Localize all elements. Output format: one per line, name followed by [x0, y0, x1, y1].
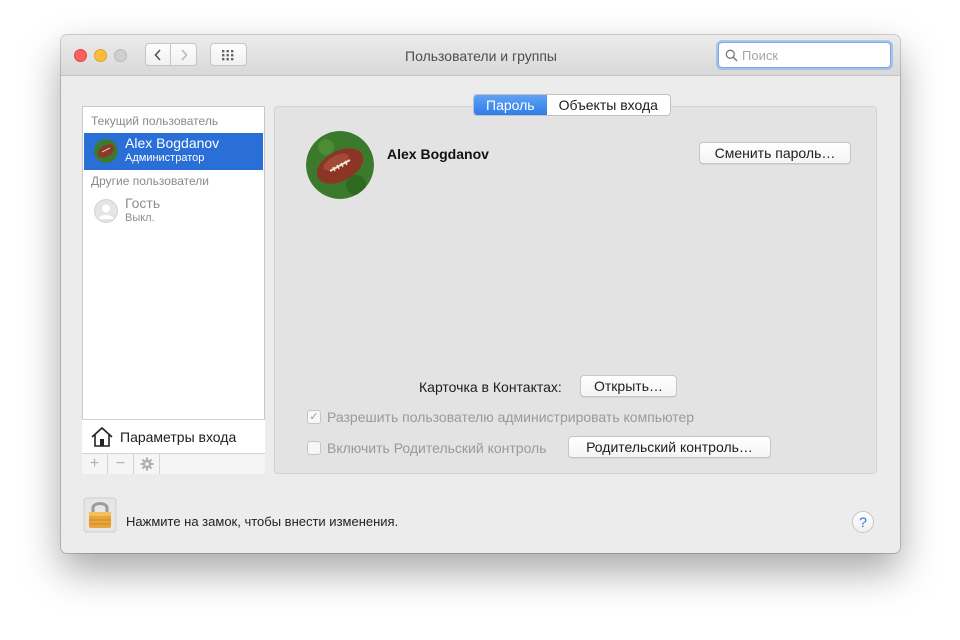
- search-input[interactable]: [742, 47, 882, 63]
- allow-admin-row[interactable]: ✓ Разрешить пользователю администрироват…: [307, 409, 694, 425]
- user-row-guest[interactable]: Гость Выкл.: [84, 193, 263, 230]
- minimize-button[interactable]: [94, 49, 107, 62]
- house-icon: [91, 426, 113, 447]
- guest-user-name: Гость: [125, 195, 161, 211]
- search-icon: [725, 49, 738, 61]
- parental-controls-checkbox[interactable]: [307, 441, 321, 455]
- zoom-button[interactable]: [114, 49, 127, 62]
- footer-bar: Нажмите на замок, чтобы внести изменения…: [61, 485, 900, 553]
- gear-icon: [140, 457, 153, 471]
- allow-admin-label: Разрешить пользователю администрировать …: [327, 409, 695, 425]
- close-button[interactable]: [74, 49, 87, 62]
- title-bar: Пользователи и группы: [61, 35, 900, 76]
- login-options-item[interactable]: Параметры входа: [82, 419, 265, 453]
- grid-icon: [221, 49, 233, 60]
- window-title: Пользователи и группы: [405, 48, 557, 64]
- contacts-card-label: Карточка в Контактах:: [419, 379, 562, 395]
- guest-user-status: Выкл.: [125, 212, 155, 224]
- allow-admin-checkbox[interactable]: ✓: [307, 410, 321, 424]
- user-picture[interactable]: [306, 131, 374, 199]
- current-user-role: Администратор: [125, 152, 205, 164]
- tab-password[interactable]: Пароль: [474, 95, 547, 115]
- login-options-label: Параметры входа: [120, 428, 237, 445]
- back-button[interactable]: [145, 43, 171, 66]
- other-users-section-header: Другие пользователи: [91, 174, 209, 188]
- users-groups-window: Пользователи и группы Текущий пользовате…: [61, 35, 900, 553]
- change-password-button[interactable]: Сменить пароль…: [699, 142, 851, 164]
- action-menu-button[interactable]: [134, 454, 160, 474]
- parental-controls-label: Включить Родительский контроль: [327, 440, 547, 456]
- show-all-button[interactable]: [210, 43, 247, 66]
- search-field[interactable]: [718, 42, 891, 68]
- lock-icon[interactable]: [83, 497, 117, 533]
- current-user-section-header: Текущий пользователь: [91, 114, 219, 128]
- football-avatar-icon: [306, 131, 374, 199]
- guest-avatar-icon: [94, 199, 118, 223]
- user-row-alex-bogdanov[interactable]: Alex Bogdanov Администратор: [84, 133, 263, 170]
- chevron-right-icon: [180, 48, 188, 61]
- football-avatar-icon: [94, 139, 118, 163]
- parental-controls-button[interactable]: Родительский контроль…: [568, 436, 771, 458]
- current-user-name: Alex Bogdanov: [125, 135, 220, 151]
- forward-button[interactable]: [171, 43, 197, 66]
- help-button[interactable]: ?: [852, 511, 874, 533]
- user-full-name: Alex Bogdanov: [387, 146, 489, 162]
- tab-login-items[interactable]: Объекты входа: [547, 95, 670, 115]
- lock-hint-text: Нажмите на замок, чтобы внести изменения…: [126, 514, 399, 529]
- remove-user-button[interactable]: −: [108, 454, 134, 474]
- add-user-button[interactable]: +: [82, 454, 108, 474]
- sidebar-toolbar: + −: [82, 453, 265, 474]
- tab-bar: Пароль Объекты входа: [473, 94, 671, 116]
- parental-controls-row[interactable]: Включить Родительский контроль: [307, 440, 547, 456]
- chevron-left-icon: [154, 48, 161, 61]
- open-contacts-button[interactable]: Открыть…: [580, 375, 677, 397]
